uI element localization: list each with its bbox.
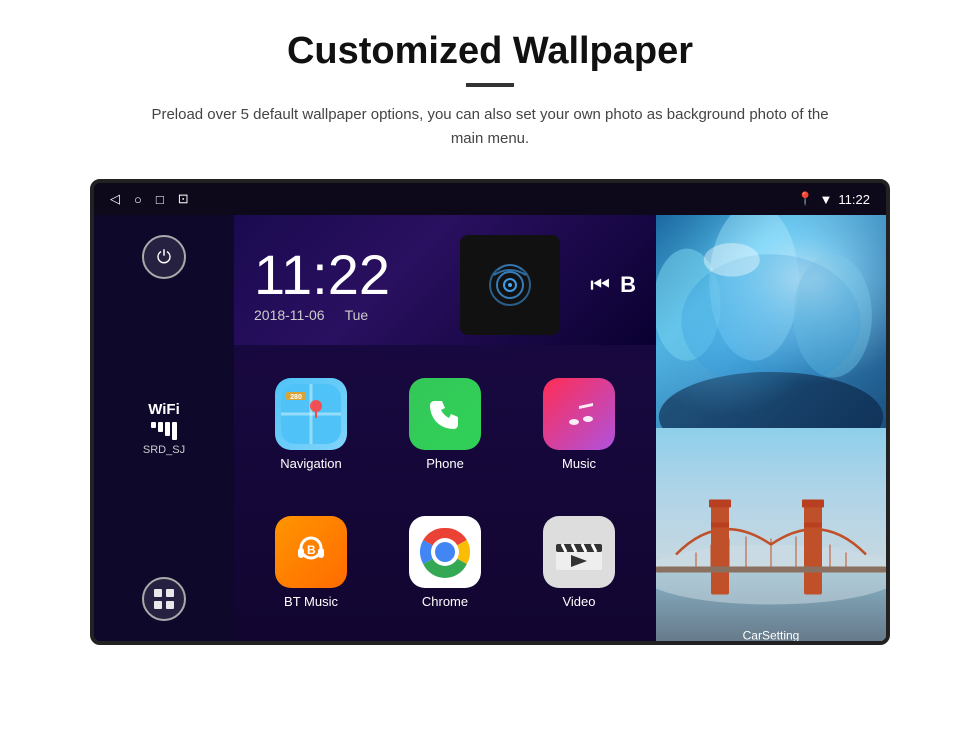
navigation-map-svg: 280 xyxy=(281,384,341,444)
video-icon xyxy=(543,516,615,588)
media-controls: ⏮ B xyxy=(590,272,636,298)
screenshot-icon[interactable]: ⊡ xyxy=(178,191,189,207)
wifi-signal-icon: ▼ xyxy=(820,192,833,207)
recents-icon[interactable]: □ xyxy=(156,192,164,207)
svg-text:280: 280 xyxy=(290,394,302,401)
screen-body: ⏻ WiFi SRD_SJ xyxy=(94,215,886,641)
svg-text:B: B xyxy=(307,543,316,557)
location-icon: 📍 xyxy=(797,191,813,207)
music-svg xyxy=(561,396,597,432)
wifi-ssid: SRD_SJ xyxy=(143,444,185,456)
center-content: 11:22 2018-11-06 Tue xyxy=(234,215,656,641)
grid-icon xyxy=(153,588,175,610)
bridge-svg: CarSetting xyxy=(656,428,886,641)
wifi-bars xyxy=(143,422,185,440)
bt-svg: B xyxy=(293,534,329,570)
bt-music-icon: B xyxy=(275,516,347,588)
clock-area: 11:22 2018-11-06 Tue xyxy=(234,215,656,345)
clock-date-row: 2018-11-06 Tue xyxy=(254,307,440,323)
music-label: Music xyxy=(562,456,596,471)
apps-button[interactable] xyxy=(142,577,186,621)
status-left: ◁ ○ □ ⊡ xyxy=(110,191,189,207)
device-frame: ◁ ○ □ ⊡ 📍 ▼ 11:22 ⏻ WiFi xyxy=(90,179,890,645)
page-title: Customized Wallpaper xyxy=(287,30,693,73)
phone-svg xyxy=(427,396,463,432)
title-divider xyxy=(466,83,514,87)
wifi-info: WiFi SRD_SJ xyxy=(143,401,185,456)
phone-label: Phone xyxy=(426,456,464,471)
navigation-label: Navigation xyxy=(280,456,341,471)
radio-icon-box[interactable] xyxy=(460,235,560,335)
chrome-label: Chrome xyxy=(422,594,468,609)
music-icon xyxy=(543,378,615,450)
next-track-label: B xyxy=(620,272,636,298)
clock-day: Tue xyxy=(345,307,369,323)
wifi-bar-3 xyxy=(165,422,170,436)
back-icon[interactable]: ◁ xyxy=(110,191,120,207)
chrome-svg xyxy=(416,523,474,581)
chrome-icon-box xyxy=(409,516,481,588)
home-icon[interactable]: ○ xyxy=(134,192,142,207)
wifi-label: WiFi xyxy=(143,401,185,418)
clock-info: 11:22 2018-11-06 Tue xyxy=(254,247,440,323)
right-panels: CarSetting xyxy=(656,215,886,641)
status-bar: ◁ ○ □ ⊡ 📍 ▼ 11:22 xyxy=(94,183,886,215)
bt-music-label: BT Music xyxy=(284,594,338,609)
app-item-navigation[interactable]: 280 Navigation xyxy=(244,355,378,493)
app-item-bt-music[interactable]: B BT Music xyxy=(244,493,378,631)
ice-detail-overlay xyxy=(656,215,886,428)
wifi-bar-1 xyxy=(151,422,156,428)
svg-text:CarSetting: CarSetting xyxy=(743,629,800,642)
clock-date: 2018-11-06 xyxy=(254,307,325,323)
photo-bridge: CarSetting xyxy=(656,428,886,641)
phone-icon xyxy=(409,378,481,450)
page-description: Preload over 5 default wallpaper options… xyxy=(140,103,840,151)
app-item-chrome[interactable]: Chrome xyxy=(378,493,512,631)
wifi-bar-2 xyxy=(158,422,163,432)
power-icon: ⏻ xyxy=(157,247,171,268)
app-item-phone[interactable]: Phone xyxy=(378,355,512,493)
radio-icon xyxy=(480,255,540,315)
clock-time: 11:22 xyxy=(254,247,440,303)
prev-track-icon[interactable]: ⏮ xyxy=(590,272,610,298)
status-time: 11:22 xyxy=(838,192,870,207)
app-item-video[interactable]: Video xyxy=(512,493,646,631)
app-item-music[interactable]: Music xyxy=(512,355,646,493)
power-button[interactable]: ⏻ xyxy=(142,235,186,279)
left-sidebar: ⏻ WiFi SRD_SJ xyxy=(94,215,234,641)
apps-grid: 280 Navigation Phone xyxy=(234,345,656,641)
photo-ice xyxy=(656,215,886,428)
status-right: 📍 ▼ 11:22 xyxy=(797,191,870,207)
video-svg xyxy=(554,532,604,572)
navigation-icon: 280 xyxy=(275,378,347,450)
wifi-bar-4 xyxy=(172,422,177,440)
video-label: Video xyxy=(562,594,595,609)
